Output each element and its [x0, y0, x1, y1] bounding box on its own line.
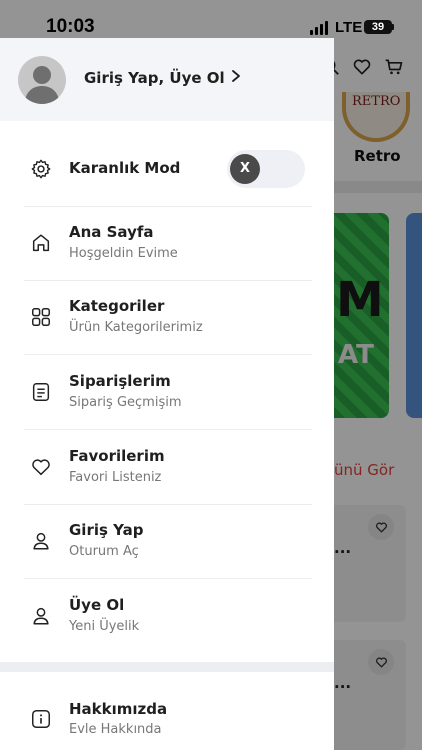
menu-item-subtitle: Favori Listeniz — [69, 470, 162, 485]
divider — [24, 206, 312, 207]
menu-item-home[interactable]: Ana Sayfa Hoşgeldin Evime — [24, 221, 312, 281]
menu-item-subtitle: Yeni Üyelik — [69, 619, 140, 634]
divider — [24, 578, 312, 579]
section-divider — [0, 662, 334, 672]
menu-item-favorites[interactable]: Favorilerim Favori Listeniz — [24, 445, 312, 505]
user-icon — [30, 530, 52, 552]
grid-icon — [30, 306, 52, 328]
menu-item-about[interactable]: Hakkımızda Evle Hakkında — [24, 699, 312, 743]
menu-item-title: Üye Ol — [69, 596, 125, 614]
battery-icon: 39 — [364, 20, 392, 34]
home-icon — [30, 232, 52, 254]
menu-item-title: Siparişlerim — [69, 372, 171, 390]
navigation-drawer: Giriş Yap, Üye Ol Karanlık Mod X Ana Say… — [0, 38, 334, 750]
menu-item-title: Kategoriler — [69, 297, 165, 315]
menu-item-subtitle: Evle Hakkında — [69, 722, 162, 737]
heart-icon — [30, 456, 52, 478]
menu-item-title: Favorilerim — [69, 447, 165, 465]
status-bar: 10:03 LTE 39 — [0, 0, 422, 40]
menu-item-subtitle: Ürün Kategorilerimiz — [69, 320, 203, 335]
toggle-knob: X — [230, 154, 260, 184]
network-type: LTE — [335, 19, 363, 36]
menu-item-title: Giriş Yap — [69, 521, 144, 539]
menu-item-subtitle: Oturum Aç — [69, 544, 139, 559]
menu-item-title: Ana Sayfa — [69, 223, 154, 241]
orders-icon — [30, 381, 52, 403]
menu-item-subtitle: Hoşgeldin Evime — [69, 246, 178, 261]
dark-mode-toggle[interactable]: X — [227, 150, 305, 188]
dark-mode-label: Karanlık Mod — [69, 159, 181, 177]
divider — [24, 504, 312, 505]
menu-item-categories[interactable]: Kategoriler Ürün Kategorilerimiz — [24, 295, 312, 355]
gear-icon — [30, 158, 52, 180]
avatar[interactable] — [18, 56, 66, 104]
battery-nub — [392, 24, 394, 30]
divider — [24, 429, 312, 430]
login-register-label: Giriş Yap, Üye Ol — [84, 69, 225, 87]
status-time: 10:03 — [46, 16, 95, 37]
menu-item-register[interactable]: Üye Ol Yeni Üyelik — [24, 594, 312, 654]
divider — [24, 280, 312, 281]
login-register-link[interactable]: Giriş Yap, Üye Ol — [84, 69, 241, 87]
menu-item-orders[interactable]: Siparişlerim Sipariş Geçmişim — [24, 370, 312, 430]
user-icon — [30, 605, 52, 627]
chevron-right-icon — [231, 69, 241, 87]
menu-item-title: Hakkımızda — [69, 700, 168, 718]
signal-icon — [310, 21, 328, 35]
menu-item-subtitle: Sipariş Geçmişim — [69, 395, 182, 410]
info-icon — [30, 708, 52, 730]
drawer-header[interactable]: Giriş Yap, Üye Ol — [0, 38, 334, 121]
divider — [24, 354, 312, 355]
menu-item-login[interactable]: Giriş Yap Oturum Aç — [24, 519, 312, 579]
